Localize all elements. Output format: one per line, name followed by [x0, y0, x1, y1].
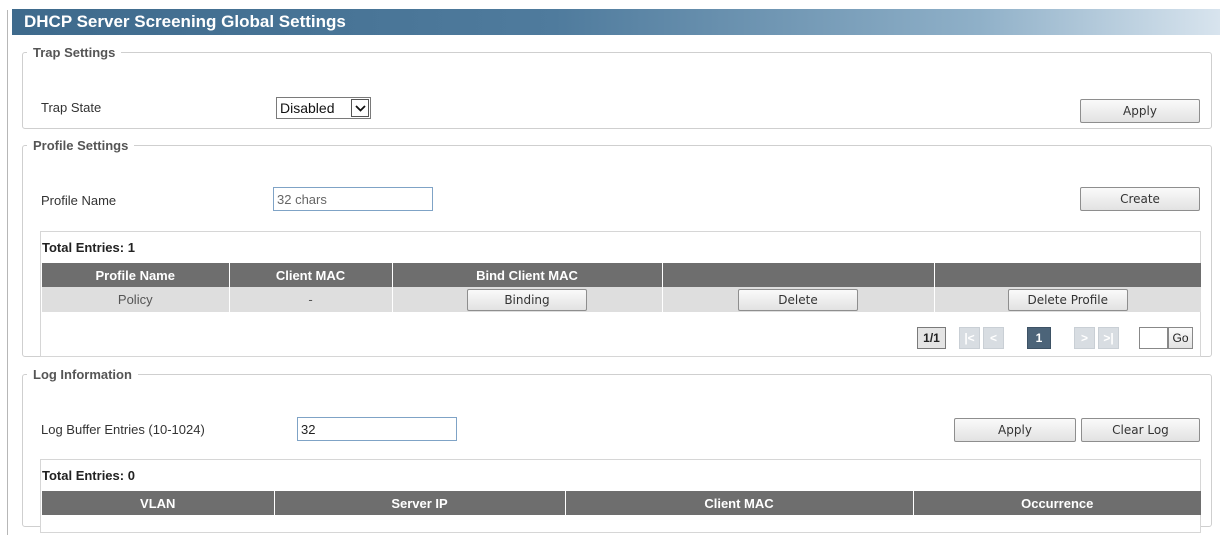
log-total-entries: Total Entries: 0 [42, 468, 135, 483]
trap-state-value: Disabled [280, 100, 335, 116]
next-page-button[interactable]: > [1074, 327, 1095, 349]
profile-table-box: Total Entries: 1 Profile Name Client MAC… [40, 231, 1201, 357]
cell-client-mac: - [228, 287, 392, 312]
col-vlan: VLAN [42, 491, 274, 515]
log-buffer-label: Log Buffer Entries (10-1024) [41, 422, 205, 437]
cell-profile-name: Policy [42, 287, 229, 312]
page-left-border [7, 10, 8, 535]
chevron-down-icon [351, 99, 369, 117]
current-page-button[interactable]: 1 [1027, 327, 1051, 349]
table-row: Policy - Binding Delete Delete Profile [42, 287, 1201, 312]
col-bind-client-mac: Bind Client MAC [391, 263, 662, 287]
profile-name-input[interactable] [273, 187, 433, 211]
pagination: 1/1 |< < 1 > >| Go [917, 327, 1197, 351]
log-table-box: Total Entries: 0 VLAN Server IP Client M… [40, 459, 1201, 533]
delete-button[interactable]: Delete [738, 288, 858, 311]
profile-settings-legend: Profile Settings [33, 138, 129, 153]
col-action-1 [661, 263, 934, 287]
profile-table-header: Profile Name Client MAC Bind Client MAC [42, 263, 1201, 287]
page-count: 1/1 [917, 327, 946, 349]
log-information-section: Log Information Log Buffer Entries (10-1… [22, 367, 1212, 533]
col-client-mac: Client MAC [228, 263, 392, 287]
trap-state-select[interactable]: Disabled [276, 97, 371, 119]
profile-name-label: Profile Name [41, 193, 117, 208]
log-information-legend: Log Information [33, 367, 132, 382]
delete-profile-button[interactable]: Delete Profile [1007, 288, 1128, 311]
clear-log-button[interactable]: Clear Log [1081, 418, 1200, 442]
cell-delete-profile: Delete Profile [933, 287, 1201, 312]
trap-state-label: Trap State [41, 100, 102, 115]
profile-total-entries: Total Entries: 1 [42, 240, 135, 255]
prev-page-button[interactable]: < [983, 327, 1004, 349]
log-table: VLAN Server IP Client MAC Occurrence [42, 491, 1201, 515]
col-occurrence: Occurrence [912, 491, 1201, 515]
col-client-mac: Client MAC [564, 491, 913, 515]
trap-settings-legend: Trap Settings [33, 45, 116, 60]
page: DHCP Server Screening Global Settings Tr… [0, 0, 1223, 540]
profile-table: Profile Name Client MAC Bind Client MAC … [42, 263, 1201, 312]
create-profile-button[interactable]: Create [1080, 187, 1200, 211]
go-button[interactable]: Go [1168, 327, 1193, 349]
cell-binding: Binding [391, 287, 662, 312]
last-page-button[interactable]: >| [1098, 327, 1119, 349]
col-profile-name: Profile Name [42, 263, 229, 287]
trap-apply-button[interactable]: Apply [1080, 99, 1200, 123]
col-server-ip: Server IP [273, 491, 565, 515]
goto-page-input[interactable] [1139, 327, 1168, 349]
first-page-button[interactable]: |< [959, 327, 980, 349]
log-table-header: VLAN Server IP Client MAC Occurrence [42, 491, 1201, 515]
profile-settings-section: Profile Settings Profile Name Create Tot… [22, 138, 1212, 357]
cell-delete: Delete [661, 287, 934, 312]
log-buffer-input[interactable] [297, 417, 457, 441]
trap-settings-section: Trap Settings Trap State Disabled Apply [22, 45, 1212, 129]
page-title: DHCP Server Screening Global Settings [12, 9, 1220, 35]
log-apply-button[interactable]: Apply [954, 418, 1076, 442]
col-action-2 [933, 263, 1201, 287]
binding-button[interactable]: Binding [467, 288, 587, 311]
